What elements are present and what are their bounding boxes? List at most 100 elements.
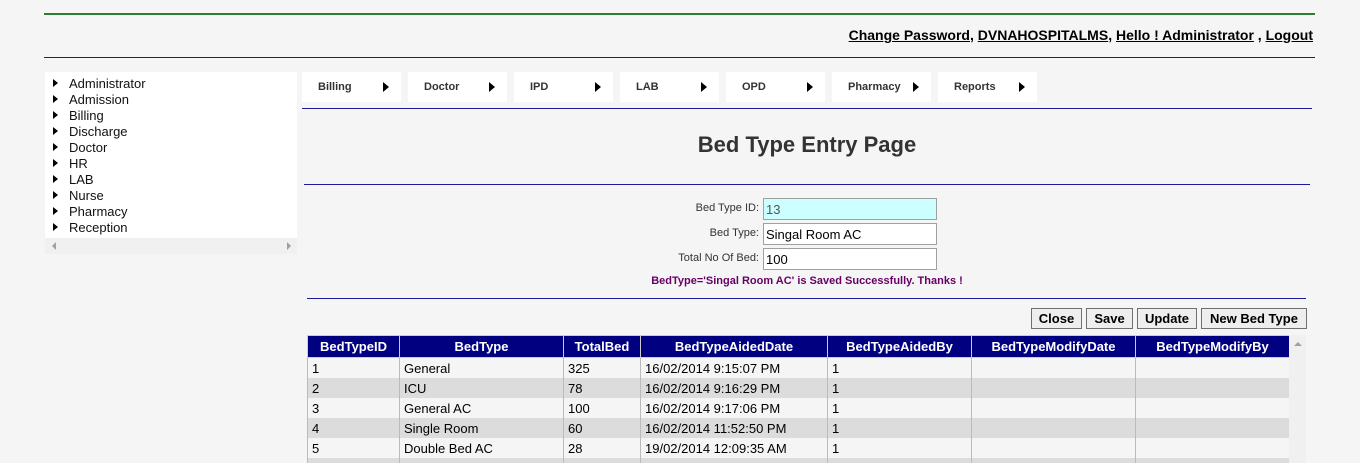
table-cell: [1135, 398, 1290, 418]
menu-divider: [302, 108, 1312, 109]
table-cell: 3: [307, 398, 400, 418]
menu-item-lab[interactable]: LAB: [620, 72, 719, 102]
sidebar-item-administrator[interactable]: Administrator: [53, 75, 297, 91]
table-cell: 19/02/2014 12:09:35 AM: [640, 438, 828, 458]
sidebar-item-admission[interactable]: Admission: [53, 91, 297, 107]
table-cell: [1135, 357, 1290, 378]
table-cell: Single Room: [399, 418, 564, 438]
table-cell: Double Bed AC: [399, 438, 564, 458]
hospital-name-link[interactable]: DVNAHOSPITALMS: [978, 27, 1108, 43]
column-header[interactable]: BedTypeModifyBy: [1135, 335, 1290, 358]
column-header[interactable]: BedType: [399, 335, 564, 358]
scroll-up-icon[interactable]: [1294, 342, 1302, 346]
expand-arrow-icon: [53, 191, 58, 199]
new-bed-type-button[interactable]: New Bed Type: [1201, 308, 1307, 329]
table-cell: 1: [307, 357, 400, 378]
sidebar-item-label: LAB: [69, 171, 94, 187]
column-header[interactable]: BedTypeAidedDate: [640, 335, 828, 358]
menu-item-pharmacy[interactable]: Pharmacy: [832, 72, 931, 102]
header-top-line: [44, 13, 1315, 15]
table-cell: [1135, 418, 1290, 438]
bed-type-id-label: Bed Type ID:: [695, 202, 759, 214]
menu-item-label: OPD: [742, 81, 766, 93]
save-button[interactable]: Save: [1086, 308, 1133, 329]
menu-item-doctor[interactable]: Doctor: [408, 72, 507, 102]
menu-item-label: IPD: [530, 81, 549, 93]
table-cell: 1: [827, 438, 972, 458]
table-cell: [971, 458, 1136, 463]
sidebar-item-doctor[interactable]: Doctor: [53, 139, 297, 155]
table-cell: 325: [563, 357, 641, 378]
expand-arrow-icon: [53, 223, 58, 231]
total-beds-label: Total No Of Bed:: [678, 252, 759, 264]
sidebar-item-lab[interactable]: LAB: [53, 171, 297, 187]
scroll-right-icon[interactable]: [287, 242, 291, 250]
sidebar-item-label: Administrator: [69, 75, 146, 91]
table-row[interactable]: 3 General AC 100 16/02/2014 9:17:06 PM 1: [307, 398, 1290, 418]
sidebar-item-billing[interactable]: Billing: [53, 107, 297, 123]
table-cell: 100: [563, 398, 641, 418]
menu-item-opd[interactable]: OPD: [726, 72, 825, 102]
table-cell: [1135, 438, 1290, 458]
submenu-arrow-icon: [1019, 82, 1025, 92]
table-cell: [827, 458, 972, 463]
menu-item-label: Doctor: [424, 81, 460, 93]
sidebar-item-discharge[interactable]: Discharge: [53, 123, 297, 139]
menu-item-billing[interactable]: Billing: [302, 72, 401, 102]
sidebar-item-label: Pharmacy: [69, 203, 128, 219]
table-cell: [971, 357, 1136, 378]
table-cell: [1135, 458, 1290, 463]
table-cell: 16/02/2014 9:15:07 PM: [640, 357, 828, 378]
table-cell: 28: [563, 438, 641, 458]
hello-user-link[interactable]: Hello ! Administrator: [1116, 27, 1254, 43]
sidebar-item-label: Discharge: [69, 123, 128, 139]
sidebar-horizontal-scrollbar[interactable]: [45, 238, 297, 254]
table-row[interactable]: 5 Double Bed AC 28 19/02/2014 12:09:35 AM 1: [307, 438, 1290, 458]
table-cell: 78: [563, 378, 641, 398]
column-header[interactable]: BedTypeAidedBy: [827, 335, 972, 358]
sidebar-item-label: Reception: [69, 219, 128, 235]
menu-item-label: Billing: [318, 81, 352, 93]
submenu-arrow-icon: [383, 82, 389, 92]
update-button[interactable]: Update: [1137, 308, 1197, 329]
table-cell: [971, 398, 1136, 418]
column-header[interactable]: TotalBed: [563, 335, 641, 358]
bed-type-id-field[interactable]: [763, 198, 937, 220]
expand-arrow-icon: [53, 127, 58, 135]
table-cell: 1: [827, 357, 972, 378]
page-title: Bed Type Entry Page: [697, 132, 917, 157]
sidebar-item-label: Nurse: [69, 187, 104, 203]
grid-vertical-scrollbar[interactable]: [1289, 335, 1306, 463]
table-cell: 1: [827, 418, 972, 438]
sidebar-item-pharmacy[interactable]: Pharmacy: [53, 203, 297, 219]
table-row[interactable]: 1 General 325 16/02/2014 9:15:07 PM 1: [307, 357, 1290, 378]
close-button[interactable]: Close: [1031, 308, 1082, 329]
menu-item-label: Reports: [954, 81, 996, 93]
expand-arrow-icon: [53, 95, 58, 103]
table-cell: 16/02/2014 9:17:06 PM: [640, 398, 828, 418]
table-row[interactable]: 4 Single Room 60 16/02/2014 11:52:50 PM 1: [307, 418, 1290, 438]
change-password-link[interactable]: Change Password: [849, 27, 970, 43]
expand-arrow-icon: [53, 143, 58, 151]
table-cell: General: [399, 357, 564, 378]
total-beds-field[interactable]: [763, 248, 937, 270]
scroll-left-icon[interactable]: [52, 242, 56, 250]
bed-type-grid: BedTypeID BedType TotalBed BedTypeAidedD…: [307, 335, 1306, 463]
table-row[interactable]: 2 ICU 78 16/02/2014 9:16:29 PM 1: [307, 378, 1290, 398]
menu-item-reports[interactable]: Reports: [938, 72, 1037, 102]
table-cell: 16/02/2014 9:16:29 PM: [640, 378, 828, 398]
sidebar-item-nurse[interactable]: Nurse: [53, 187, 297, 203]
logout-link[interactable]: Logout: [1266, 27, 1313, 43]
submenu-arrow-icon: [595, 82, 601, 92]
bed-type-field[interactable]: [763, 223, 937, 245]
menu-item-ipd[interactable]: IPD: [514, 72, 613, 102]
table-row[interactable]: 6: [307, 458, 1290, 463]
sidebar-item-reception[interactable]: Reception: [53, 219, 297, 235]
expand-arrow-icon: [53, 79, 58, 87]
column-header[interactable]: BedTypeModifyDate: [971, 335, 1136, 358]
sidebar-menu: Administrator Admission Billing Discharg…: [45, 72, 297, 238]
sidebar-item-hr[interactable]: HR: [53, 155, 297, 171]
column-header[interactable]: BedTypeID: [307, 335, 400, 358]
table-cell: 6: [307, 458, 400, 463]
menu-item-label: Pharmacy: [848, 81, 901, 93]
